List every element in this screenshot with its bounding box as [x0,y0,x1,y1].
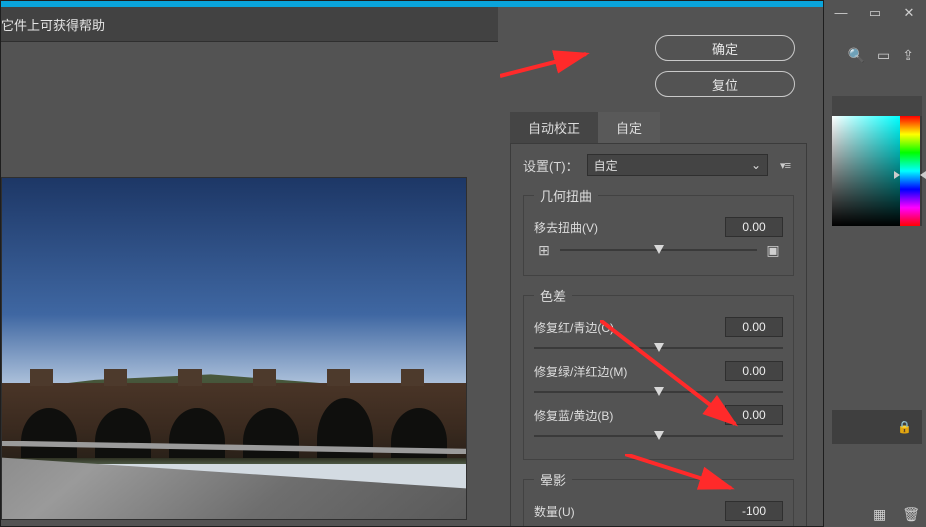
amount-label: 数量(U) [534,503,594,520]
fix-blue-input[interactable] [725,405,783,425]
fix-blue-label: 修复蓝/黄边(B) [534,407,644,424]
fix-blue-slider[interactable] [534,429,783,443]
help-text: 它件上可获得帮助 [1,15,105,34]
tab-custom[interactable]: 自定 [598,112,660,143]
fix-green-slider[interactable] [534,385,783,399]
settings-label: 设置(T)： [523,156,579,175]
topbar-icons: 🔍 ▭ ⇪ [838,40,924,70]
color-panel [832,96,922,226]
fix-red-label: 修复红/青边(C) [534,319,644,336]
color-panel-header [832,96,922,116]
vignette-group: 晕影 数量(U) 变暗 变亮 [523,470,794,526]
maximize-button[interactable]: ▭ [858,0,892,25]
chromatic-aberration-group: 色差 修复红/青边(C) 修复绿/洋红边(M) [523,286,794,460]
minimize-button[interactable]: ― [824,0,858,25]
fix-red-slider[interactable] [534,341,783,355]
preview-pane: 它件上可获得帮助 [1,7,498,526]
hue-slider[interactable] [900,116,920,226]
close-button[interactable]: ✕ [892,0,926,25]
color-field[interactable] [832,116,900,226]
trash-icon[interactable]: 🗑 [902,506,920,523]
options-pane: 确定 复位 自动校正 自定 设置(T)： 自定 ⌄ ▾≡ 几何扭 [498,7,823,526]
remove-distortion-input[interactable] [725,217,783,237]
tabs: 自动校正 自定 [510,115,807,143]
help-strip: 它件上可获得帮助 [1,7,498,42]
panel-icon[interactable]: ▭ [877,47,890,64]
chroma-legend: 色差 [534,286,572,305]
remove-distortion-label: 移去扭曲(V) [534,219,644,236]
fix-red-input[interactable] [725,317,783,337]
geom-legend: 几何扭曲 [534,186,598,205]
fit-icon[interactable]: ▣ [763,241,783,259]
vignette-legend: 晕影 [534,470,572,489]
lens-correction-dialog: 它件上可获得帮助 [0,0,824,527]
amount-input[interactable] [725,501,783,521]
geometric-distortion-group: 几何扭曲 移去扭曲(V) ⊞ ▣ [523,186,794,276]
reset-button[interactable]: 复位 [655,71,795,97]
settings-menu-icon[interactable]: ▾≡ [776,159,794,172]
fix-green-label: 修复绿/洋红边(M) [534,363,644,380]
tab-custom-content: 设置(T)： 自定 ⌄ ▾≡ 几何扭曲 移去扭曲(V) [510,143,807,526]
share-icon[interactable]: ⇪ [902,47,914,64]
lock-icon[interactable]: 🔒 [897,420,912,434]
remove-distortion-slider[interactable] [560,243,757,257]
settings-value: 自定 [594,157,618,174]
search-icon[interactable]: 🔍 [848,47,865,64]
grid-icon[interactable]: ⊞ [534,241,554,259]
tab-auto[interactable]: 自动校正 [510,112,598,143]
settings-dropdown[interactable]: 自定 ⌄ [587,154,768,176]
new-icon[interactable]: ▦ [873,506,886,523]
fix-green-input[interactable] [725,361,783,381]
amount-slider[interactable] [534,525,783,526]
window-controls: ― ▭ ✕ [824,0,926,25]
ok-button[interactable]: 确定 [655,35,795,61]
preview[interactable] [1,177,467,520]
panel-footer-icons: ▦ 🗑 [873,506,920,523]
chevron-down-icon: ⌄ [751,158,761,172]
layer-panel-strip: 🔒 [832,410,922,444]
